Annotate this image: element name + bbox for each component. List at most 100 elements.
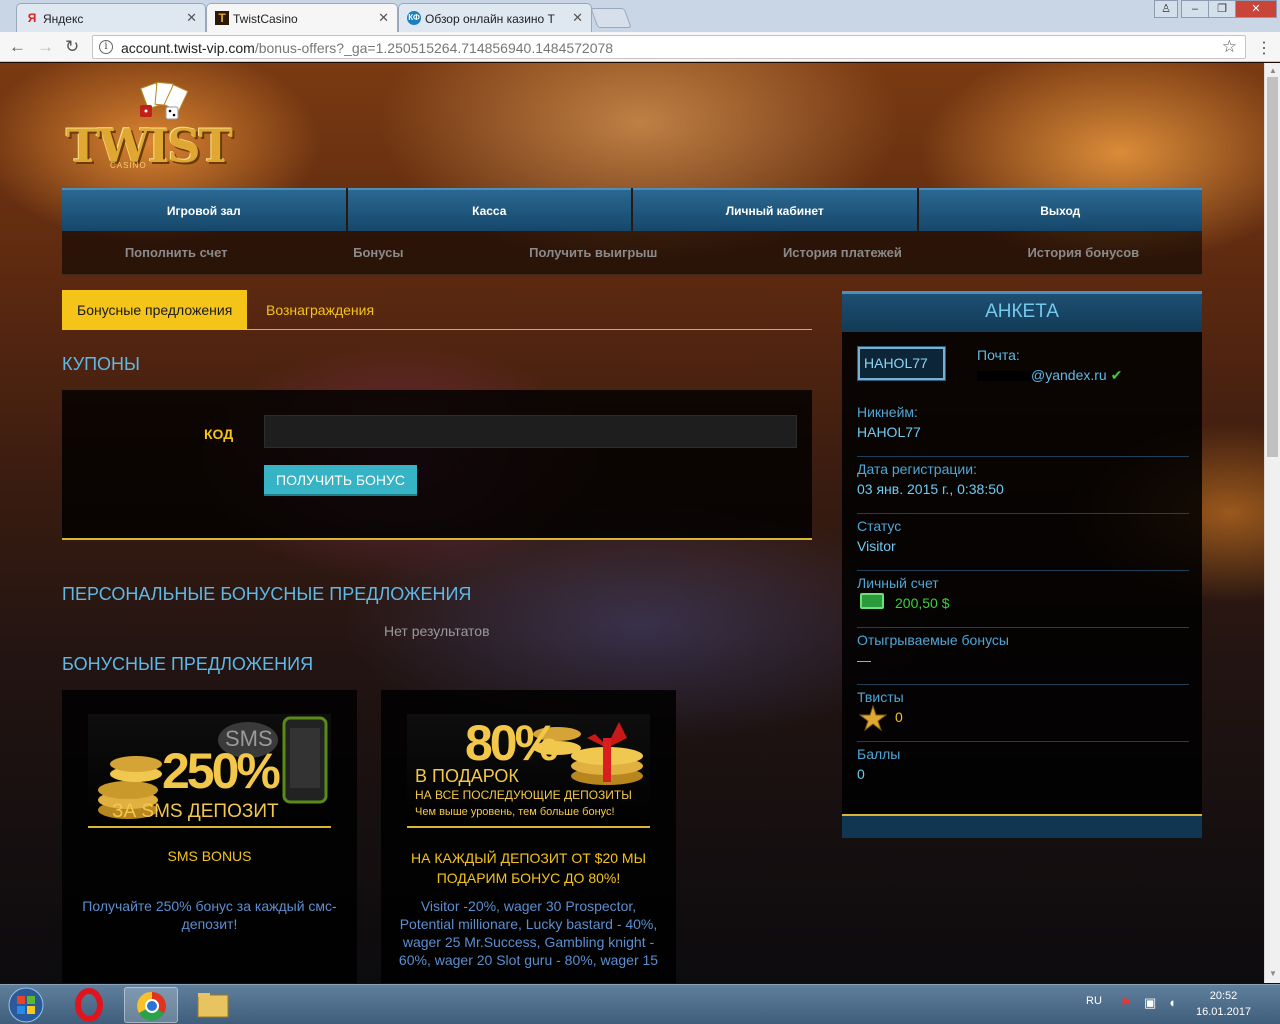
coupon-form: КОД ПОЛУЧИТЬ БОНУС — [62, 390, 812, 540]
language-indicator[interactable]: RU — [1086, 995, 1102, 1007]
chrome-icon — [137, 991, 166, 1021]
nav-game-hall[interactable]: Игровой зал — [62, 188, 346, 231]
wager-bonuses-row: Отыгрываемые бонусы — — [857, 628, 1189, 685]
card-title: SMS BONUS — [167, 848, 252, 864]
page-scrollbar[interactable]: ▲ ▼ — [1264, 63, 1280, 983]
coupons-title: КУПОНЫ — [62, 354, 140, 374]
system-clock[interactable]: 20:52 16.01.2017 — [1196, 988, 1251, 1020]
scroll-down-icon[interactable]: ▼ — [1269, 969, 1277, 978]
get-bonus-button[interactable]: ПОЛУЧИТЬ БОНУС — [264, 465, 417, 496]
info-icon[interactable]: i — [99, 40, 113, 54]
browser-tab-strip: Я Яндекс ✕ T TwistCasino ✕ КФ Обзор онла… — [0, 0, 1280, 32]
reload-icon[interactable]: ↻ — [65, 38, 79, 55]
banner-percent: 250% — [162, 743, 281, 799]
network-flag-icon[interactable]: ⚑ — [1120, 995, 1132, 1011]
logo-subtext: CASINO — [110, 161, 147, 170]
chrome-taskbar-button[interactable] — [124, 987, 178, 1023]
network-icon[interactable]: ▣ — [1144, 995, 1156, 1011]
status-row: Статус Visitor — [857, 514, 1189, 571]
explorer-taskbar-button[interactable] — [186, 987, 240, 1023]
card-description: Visitor -20%, wager 30 Prospector, Poten… — [398, 898, 659, 968]
minimize-button[interactable]: – — [1181, 0, 1209, 18]
url-input[interactable]: i account.twist-vip.com/bonus-offers?_ga… — [92, 35, 1246, 59]
subnav-withdraw[interactable]: Получить выигрыш — [529, 245, 657, 260]
points-row: Баллы 0 — [857, 746, 901, 782]
verified-check-icon: ✔ — [1110, 367, 1123, 383]
subnav-bonus-history[interactable]: История бонусов — [1027, 245, 1139, 260]
mail-value: @yandex.ru ✔ — [977, 367, 1122, 384]
scrollbar-thumb[interactable] — [1267, 77, 1278, 457]
bonus-card-80[interactable]: 80% В ПОДАРОК НА ВСЕ ПОСЛЕДУЮЩИЕ ДЕПОЗИТ… — [381, 690, 676, 983]
user-icon[interactable]: ♙ — [1154, 0, 1178, 18]
scroll-up-icon[interactable]: ▲ — [1269, 66, 1277, 75]
twists-row: Твисты 0 — [857, 685, 1189, 742]
80-bonus-banner: 80% В ПОДАРОК НА ВСЕ ПОСЛЕДУЮЩИЕ ДЕПОЗИТ… — [407, 714, 650, 828]
menu-icon[interactable]: ⋮ — [1256, 38, 1272, 58]
subnav-payment-history[interactable]: История платежей — [783, 245, 902, 260]
close-tab-icon[interactable]: ✕ — [186, 10, 197, 26]
bookmark-star-icon[interactable]: ☆ — [1222, 37, 1237, 57]
restore-button[interactable]: ❐ — [1208, 0, 1236, 18]
balance-row: Личный счет 200,50 $ — [857, 571, 1189, 628]
address-bar: ← → ↻ i account.twist-vip.com/bonus-offe… — [0, 32, 1280, 62]
card-description: Получайте 250% бонус за каждый смс-депоз… — [82, 898, 337, 932]
bonus-offers-title: БОНУСНЫЕ ПРЕДЛОЖЕНИЯ — [62, 654, 314, 674]
banner-line3: Чем выше уровень, тем больше бонус! — [415, 806, 615, 818]
forward-icon[interactable]: → — [37, 38, 54, 55]
opera-icon — [75, 988, 103, 1022]
folder-icon — [197, 993, 229, 1018]
bonus-tabs: Бонусные предложения Вознаграждения — [62, 290, 812, 330]
tab-bonus-offers[interactable]: Бонусные предложения — [62, 290, 248, 330]
tab-obzor[interactable]: КФ Обзор онлайн казино T ✕ — [398, 3, 592, 32]
tab-yandex[interactable]: Я Яндекс ✕ — [16, 3, 206, 32]
main-nav: Игровой зал Касса Личный кабинет Выход — [62, 188, 1202, 231]
volume-icon[interactable]: ◖ — [1168, 995, 1176, 1010]
nav-cashier[interactable]: Касса — [347, 188, 631, 231]
tab-title: Яндекс — [43, 12, 84, 26]
twists-value: 0 — [895, 709, 903, 725]
personal-offers-title: ПЕРСОНАЛЬНЫЕ БОНУСНЫЕ ПРЕДЛОЖЕНИЯ — [62, 584, 472, 604]
page-content: TWIST CASINO Игровой зал Касса Личный ка… — [0, 63, 1264, 983]
nickname-row: Никнейм: HAHOL77 — [857, 400, 1189, 457]
mail-label: Почта: — [977, 347, 1020, 363]
nav-logout[interactable]: Выход — [918, 188, 1202, 231]
email-mask — [977, 371, 1031, 382]
bonus-card-sms[interactable]: SMS 250% ЗА SMS ДЕПОЗИТ SMS BONUS Получа… — [62, 690, 357, 983]
logo-text: TWIST — [66, 119, 233, 173]
new-tab-button[interactable] — [590, 8, 632, 28]
sms-bonus-banner: SMS 250% ЗА SMS ДЕПОЗИТ — [88, 714, 331, 828]
avatar[interactable]: HAHOL77 — [857, 346, 946, 381]
twist-favicon: T — [215, 11, 229, 25]
banner-percent: 80% — [465, 715, 559, 771]
windows-taskbar: RU ⚑ ▣ ◖ 20:52 16.01.2017 — [0, 984, 1280, 1024]
back-icon[interactable]: ← — [9, 38, 26, 55]
tab-title: TwistCasino — [233, 12, 298, 26]
url-text: account.twist-vip.com/bonus-offers?_ga=1… — [121, 40, 614, 56]
twist-star-icon — [859, 705, 887, 731]
coupon-code-input[interactable] — [264, 415, 797, 448]
tab-twistcasino[interactable]: T TwistCasino ✕ — [206, 3, 398, 32]
start-button-icon[interactable] — [6, 987, 46, 1023]
regdate-row: Дата регистрации: 03 янв. 2015 г., 0:38:5… — [857, 457, 1189, 514]
close-tab-icon[interactable]: ✕ — [378, 10, 389, 26]
opera-taskbar-button[interactable] — [62, 987, 116, 1023]
close-window-button[interactable]: ✕ — [1235, 0, 1277, 18]
banner-subtitle: ЗА SMS ДЕПОЗИТ — [112, 801, 279, 822]
kf-favicon: КФ — [407, 11, 421, 25]
subnav-deposit[interactable]: Пополнить счет — [125, 245, 228, 260]
banner-line2: НА ВСЕ ПОСЛЕДУЮЩИЕ ДЕПОЗИТЫ — [415, 788, 632, 802]
profile-panel: АНКЕТА HAHOL77 Почта: @yandex.ru ✔ Никне… — [842, 291, 1202, 838]
subnav-bonuses[interactable]: Бонусы — [353, 245, 403, 260]
sub-nav: Пополнить счет Бонусы Получить выигрыш И… — [62, 231, 1202, 275]
code-label: КОД — [204, 426, 234, 442]
money-icon — [860, 593, 884, 609]
close-tab-icon[interactable]: ✕ — [572, 10, 583, 26]
yandex-icon: Я — [27, 11, 37, 25]
twist-casino-logo[interactable]: TWIST CASINO — [66, 79, 246, 179]
profile-footer — [842, 814, 1202, 838]
nav-account[interactable]: Личный кабинет — [633, 188, 917, 231]
card-title: НА КАЖДЫЙ ДЕПОЗИТ ОТ $20 МЫ ПОДАРИМ БОНУ… — [411, 850, 646, 886]
tab-rewards[interactable]: Вознаграждения — [251, 290, 389, 330]
no-results-text: Нет результатов — [384, 623, 490, 639]
profile-title: АНКЕТА — [842, 294, 1202, 332]
